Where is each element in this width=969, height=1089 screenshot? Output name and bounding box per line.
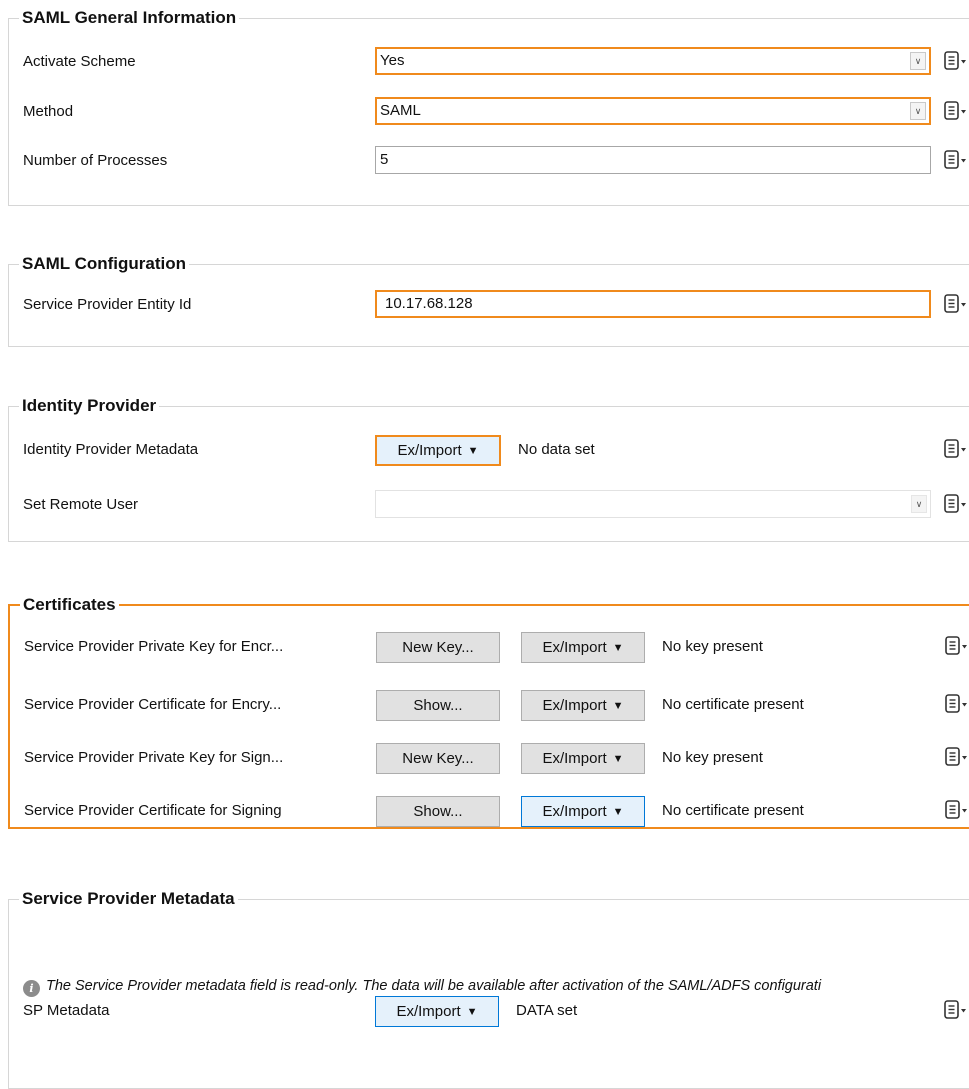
- entity-id-input[interactable]: 10.17.68.128: [375, 290, 931, 318]
- cert-row-status: No key present: [662, 638, 763, 655]
- idp-ex-import-button[interactable]: Ex/Import ▼: [375, 435, 501, 466]
- ex-import-button[interactable]: Ex/Import ▼: [521, 632, 645, 663]
- chevron-down-icon[interactable]: ∨: [910, 52, 926, 70]
- sp-ex-import-button[interactable]: Ex/Import ▼: [375, 996, 499, 1027]
- certificates-title: Certificates: [20, 594, 119, 616]
- options-menu-icon[interactable]: [943, 293, 969, 315]
- activate-scheme-value: Yes: [380, 52, 405, 69]
- options-menu-icon[interactable]: [943, 493, 969, 515]
- caret-down-icon: ▼: [612, 642, 624, 654]
- method-value: SAML: [380, 102, 421, 119]
- ex-import-button[interactable]: Ex/Import ▼: [521, 796, 645, 827]
- options-menu-icon[interactable]: [943, 100, 969, 122]
- sp-metadata-row: SP Metadata Ex/Import ▼ DATA set: [9, 996, 969, 1027]
- cert-row: Service Provider Certificate for Signing…: [10, 796, 969, 827]
- chevron-down-icon[interactable]: ∨: [911, 495, 927, 513]
- entity-id-label: Service Provider Entity Id: [23, 296, 192, 313]
- certificates-group: Certificates Service Provider Private Ke…: [8, 594, 969, 829]
- options-menu-icon[interactable]: [944, 799, 969, 821]
- sp-metadata-title: Service Provider Metadata: [19, 888, 238, 910]
- cert-row-status: No certificate present: [662, 802, 804, 819]
- caret-down-icon: ▼: [612, 806, 624, 818]
- new-key-button[interactable]: New Key...: [376, 632, 500, 663]
- sp-metadata-label: SP Metadata: [23, 1002, 110, 1019]
- caret-down-icon: ▼: [612, 753, 624, 765]
- ex-import-label: Ex/Import: [542, 750, 607, 767]
- sp-info-row: i The Service Provider metadata field is …: [9, 973, 969, 997]
- sp-info-text: i The Service Provider metadata field is …: [23, 976, 821, 997]
- processes-value: 5: [380, 151, 389, 168]
- options-menu-icon[interactable]: [944, 635, 969, 657]
- caret-down-icon: ▼: [612, 700, 624, 712]
- options-menu-icon[interactable]: [943, 149, 969, 171]
- ex-import-button[interactable]: Ex/Import ▼: [521, 743, 645, 774]
- chevron-down-icon[interactable]: ∨: [910, 102, 926, 120]
- caret-down-icon: ▼: [467, 445, 479, 457]
- activate-scheme-label: Activate Scheme: [23, 53, 136, 70]
- ex-import-label: Ex/Import: [396, 1003, 461, 1020]
- options-menu-icon[interactable]: [944, 746, 969, 768]
- idp-metadata-row: Identity Provider Metadata Ex/Import ▼ No…: [9, 435, 969, 466]
- cert-row: Service Provider Private Key for Sign...…: [10, 743, 969, 774]
- options-menu-icon[interactable]: [943, 999, 969, 1021]
- saml-general-group: SAML General Information Activate Scheme…: [8, 7, 969, 206]
- identity-provider-title: Identity Provider: [19, 395, 160, 417]
- caret-down-icon: ▼: [466, 1006, 478, 1018]
- info-icon: i: [23, 980, 40, 997]
- show-button[interactable]: Show...: [376, 690, 500, 721]
- cert-row-status: No key present: [662, 749, 763, 766]
- entity-id-row: Service Provider Entity Id 10.17.68.128: [9, 290, 969, 320]
- ex-import-label: Ex/Import: [542, 697, 607, 714]
- saml-config-group: SAML Configuration Service Provider Enti…: [8, 253, 969, 347]
- saml-general-title: SAML General Information: [19, 7, 240, 29]
- options-menu-icon[interactable]: [944, 693, 969, 715]
- identity-provider-group: Identity Provider Identity Provider Meta…: [8, 395, 969, 542]
- remote-user-select[interactable]: ∨: [375, 490, 931, 518]
- processes-label: Number of Processes: [23, 152, 168, 169]
- sp-info-message: The Service Provider metadata field is r…: [46, 978, 822, 994]
- method-select[interactable]: SAML ∨: [375, 97, 931, 125]
- method-row: Method SAML ∨: [9, 97, 969, 127]
- entity-id-value: 10.17.68.128: [385, 295, 473, 312]
- cert-row-label: Service Provider Private Key for Sign...: [24, 749, 284, 766]
- idp-metadata-label: Identity Provider Metadata: [23, 441, 199, 458]
- processes-row: Number of Processes 5: [9, 146, 969, 176]
- ex-import-label: Ex/Import: [397, 442, 462, 459]
- cert-row-label: Service Provider Private Key for Encr...: [24, 638, 284, 655]
- sp-metadata-group: Service Provider Metadata i The Service P…: [8, 888, 969, 1089]
- show-button[interactable]: Show...: [376, 796, 500, 827]
- ex-import-button[interactable]: Ex/Import ▼: [521, 690, 645, 721]
- cert-row-label: Service Provider Certificate for Signing: [24, 802, 282, 819]
- cert-row: Service Provider Certificate for Encry..…: [10, 690, 969, 721]
- activate-scheme-row: Activate Scheme Yes ∨: [9, 47, 969, 77]
- cert-row-status: No certificate present: [662, 696, 804, 713]
- activate-scheme-select[interactable]: Yes ∨: [375, 47, 931, 75]
- new-key-button[interactable]: New Key...: [376, 743, 500, 774]
- ex-import-label: Ex/Import: [542, 639, 607, 656]
- method-label: Method: [23, 103, 74, 120]
- remote-user-label: Set Remote User: [23, 496, 139, 513]
- ex-import-label: Ex/Import: [542, 803, 607, 820]
- sp-metadata-status: DATA set: [516, 1002, 578, 1019]
- saml-config-title: SAML Configuration: [19, 253, 189, 275]
- remote-user-row: Set Remote User ∨: [9, 490, 969, 520]
- options-menu-icon[interactable]: [943, 438, 969, 460]
- idp-metadata-status: No data set: [518, 441, 595, 458]
- options-menu-icon[interactable]: [943, 50, 969, 72]
- cert-row: Service Provider Private Key for Encr...…: [10, 632, 969, 663]
- cert-row-label: Service Provider Certificate for Encry..…: [24, 696, 282, 713]
- processes-input[interactable]: 5: [375, 146, 931, 174]
